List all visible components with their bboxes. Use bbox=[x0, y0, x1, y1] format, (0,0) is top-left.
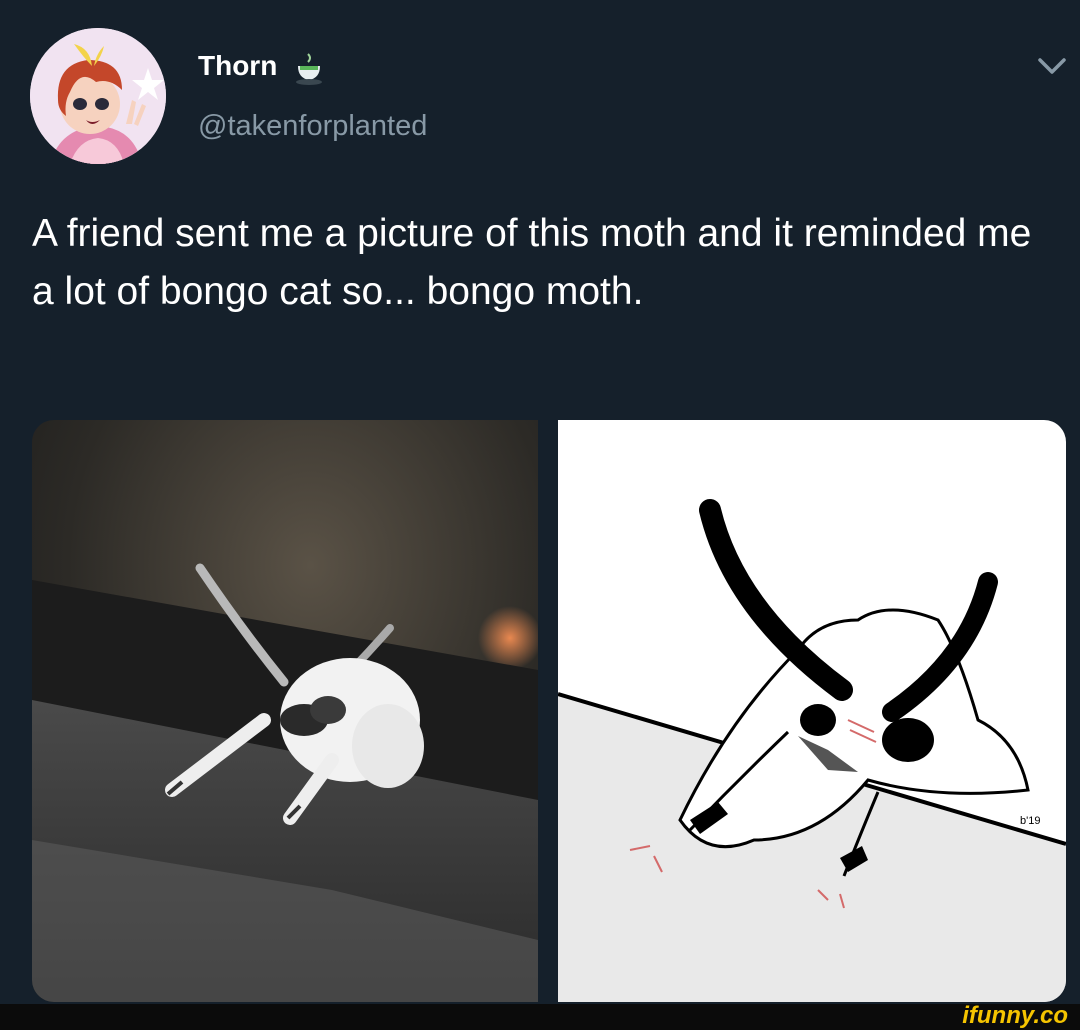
avatar-illustration bbox=[30, 28, 166, 164]
moth-photo[interactable] bbox=[32, 420, 538, 1002]
ifunny-watermark: ifunny.co bbox=[962, 1002, 1068, 1029]
drawing-signature: b'19 bbox=[1020, 815, 1040, 827]
avatar[interactable] bbox=[30, 28, 166, 164]
footer-bar bbox=[0, 1004, 1080, 1030]
user-handle[interactable]: @takenforplanted bbox=[198, 110, 427, 143]
chevron-down-icon[interactable] bbox=[1034, 52, 1070, 80]
tweet-media[interactable]: b'19 bbox=[32, 420, 1066, 1002]
display-name[interactable]: Thorn bbox=[198, 50, 277, 82]
bongo-moth-drawing[interactable]: b'19 bbox=[558, 420, 1066, 1002]
tweet-text: A friend sent me a picture of this moth … bbox=[32, 212, 1032, 313]
teacup-icon bbox=[288, 48, 330, 90]
